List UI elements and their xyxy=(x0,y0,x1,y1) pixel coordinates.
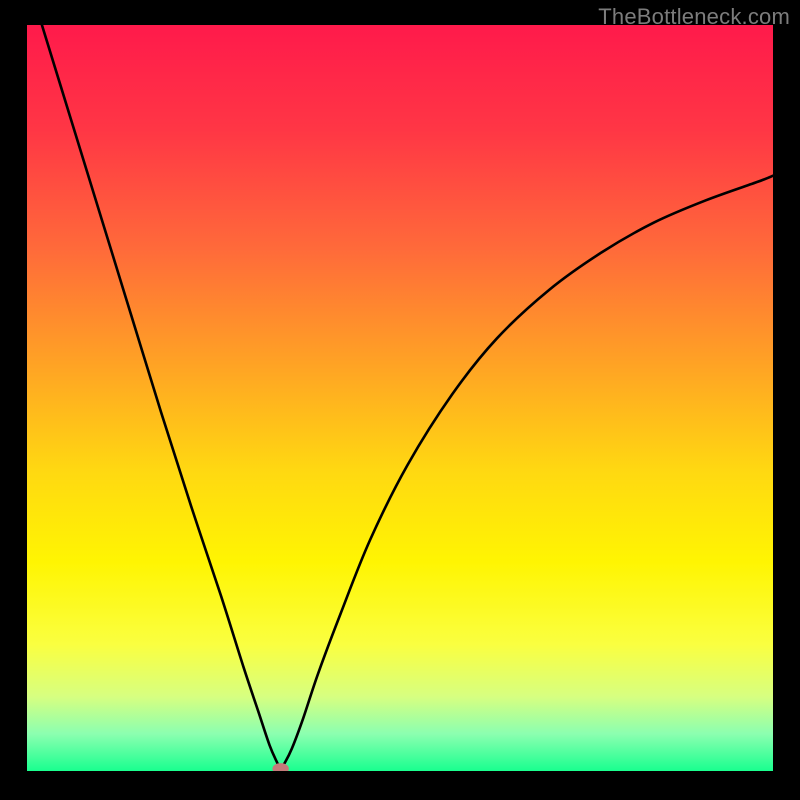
chart-background xyxy=(27,25,773,771)
chart-plot xyxy=(27,25,773,771)
chart-frame xyxy=(27,25,773,775)
